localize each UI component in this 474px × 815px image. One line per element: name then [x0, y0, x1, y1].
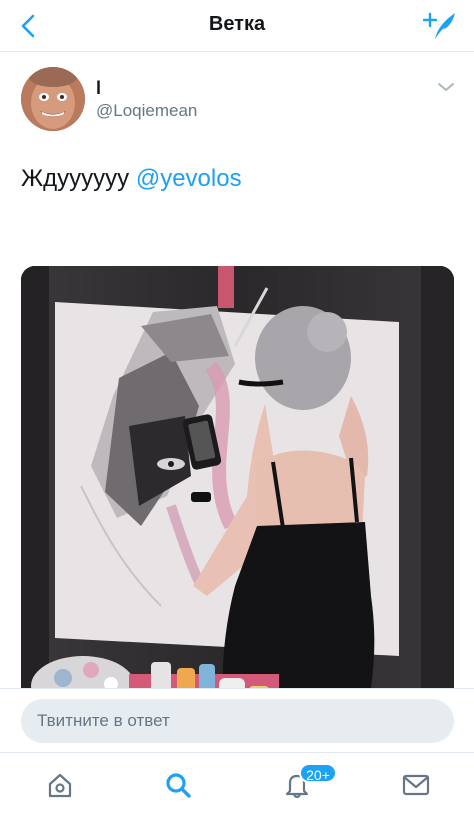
tweet-text-body: Ждуууууу [21, 165, 136, 192]
display-name[interactable]: l [96, 78, 101, 99]
reply-input[interactable] [21, 699, 454, 743]
tweet-photo[interactable] [21, 266, 454, 730]
search-icon [166, 773, 191, 798]
messages-icon [402, 774, 430, 796]
tweet-text: Ждуууууу @yevolos [21, 165, 242, 193]
chevron-down-icon [438, 83, 454, 91]
notifications-badge: 20+ [299, 763, 337, 783]
tab-search[interactable] [158, 767, 198, 803]
tweet-options-button[interactable] [436, 79, 456, 95]
compose-tweet-button[interactable] [420, 8, 460, 44]
home-icon [48, 773, 72, 798]
top-bar: Ветка [0, 0, 474, 52]
compose-tweet-icon [423, 12, 455, 39]
user-handle[interactable]: @Loqiemean [96, 101, 197, 121]
mention-link[interactable]: @yevolos [136, 165, 242, 192]
avatar[interactable] [21, 67, 85, 131]
tab-home[interactable] [40, 767, 80, 803]
tab-notifications[interactable]: 20+ [277, 763, 337, 803]
page-title: Ветка [208, 13, 266, 35]
bottom-tab-bar: 20+ [0, 752, 474, 815]
reply-bar [0, 688, 474, 752]
tab-messages[interactable] [396, 767, 436, 803]
